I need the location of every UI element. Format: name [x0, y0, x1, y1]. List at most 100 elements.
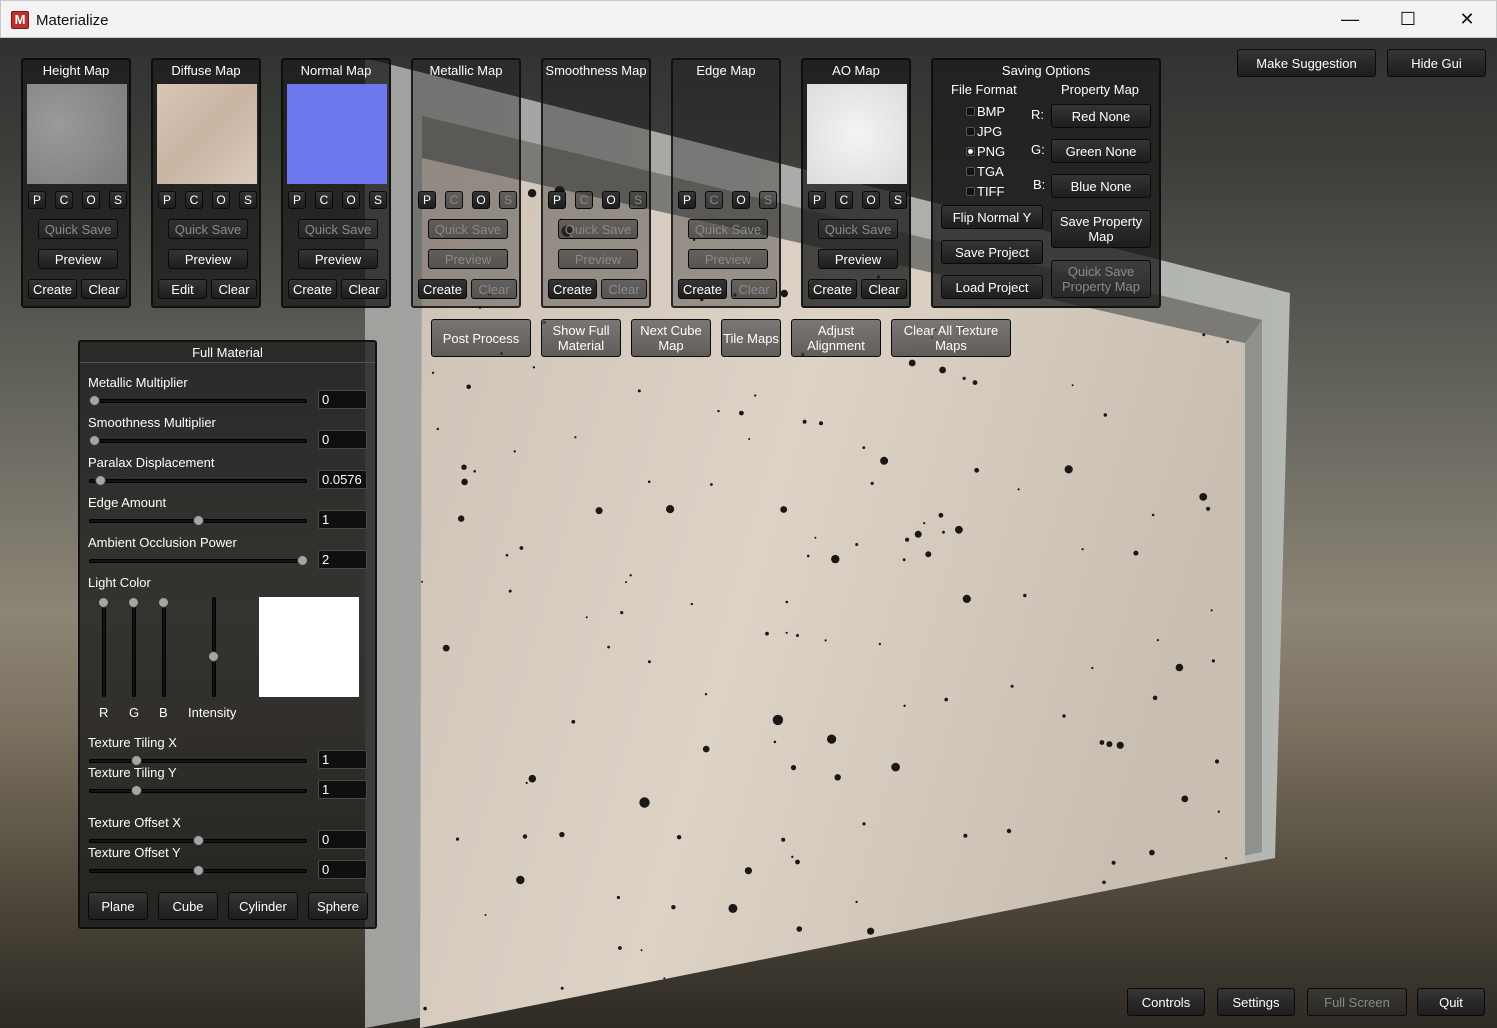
slider-track[interactable] [89, 759, 307, 763]
show-full-material-button[interactable]: Show Full Material [541, 319, 621, 357]
map-s-button[interactable]: S [369, 191, 387, 209]
map-p-button[interactable]: P [548, 191, 566, 209]
create-map-button[interactable]: Edit [158, 279, 207, 299]
map-p-button[interactable]: P [418, 191, 436, 209]
light-b-slider-handle[interactable] [158, 597, 169, 608]
light-b-slider-track[interactable] [162, 597, 166, 697]
preview-button[interactable]: Preview [688, 249, 768, 269]
map-p-button[interactable]: P [158, 191, 176, 209]
slider-value-field[interactable]: 1 [318, 510, 367, 529]
slider-track[interactable] [89, 399, 307, 403]
save-property-map-button[interactable]: Save Property Map [1051, 210, 1151, 248]
slider-value-field[interactable]: 2 [318, 550, 367, 569]
light-color-swatch[interactable] [259, 597, 359, 697]
map-o-button[interactable]: O [602, 191, 620, 209]
quick-save-button[interactable]: Quick Save [818, 219, 898, 239]
format-png-radio[interactable] [966, 147, 975, 156]
preview-button[interactable]: Preview [428, 249, 508, 269]
sphere-shape-button[interactable]: Sphere [308, 892, 368, 920]
quick-save-property-map-button[interactable]: Quick Save Property Map [1051, 260, 1151, 298]
map-o-button[interactable]: O [82, 191, 100, 209]
map-c-button[interactable]: C [705, 191, 723, 209]
create-map-button[interactable]: Create [678, 279, 727, 299]
map-o-button[interactable]: O [472, 191, 490, 209]
create-map-button[interactable]: Create [548, 279, 597, 299]
preview-button[interactable]: Preview [38, 249, 118, 269]
tile-maps-button[interactable]: Tile Maps [721, 319, 781, 357]
maximize-icon[interactable]: ☐ [1379, 1, 1437, 38]
quick-save-button[interactable]: Quick Save [38, 219, 118, 239]
map-s-button[interactable]: S [109, 191, 127, 209]
quick-save-button[interactable]: Quick Save [298, 219, 378, 239]
red-channel-select[interactable]: Red None [1051, 104, 1151, 128]
cylinder-shape-button[interactable]: Cylinder [228, 892, 298, 920]
hide-gui-button[interactable]: Hide Gui [1387, 49, 1486, 77]
quick-save-button[interactable]: Quick Save [688, 219, 768, 239]
map-s-button[interactable]: S [889, 191, 907, 209]
map-o-button[interactable]: O [862, 191, 880, 209]
clear-map-button[interactable]: Clear [81, 279, 127, 299]
format-jpg-radio[interactable] [966, 127, 975, 136]
slider-handle[interactable] [193, 865, 204, 876]
map-o-button[interactable]: O [342, 191, 360, 209]
create-map-button[interactable]: Create [28, 279, 77, 299]
map-thumbnail[interactable] [157, 84, 257, 184]
full-screen-button[interactable]: Full Screen [1307, 988, 1407, 1016]
slider-value-field[interactable]: 1 [318, 780, 367, 799]
slider-handle[interactable] [193, 515, 204, 526]
slider-handle[interactable] [193, 835, 204, 846]
map-p-button[interactable]: P [808, 191, 826, 209]
preview-button[interactable]: Preview [168, 249, 248, 269]
create-map-button[interactable]: Create [808, 279, 857, 299]
format-bmp-radio[interactable] [966, 107, 975, 116]
flip-normal-y-button[interactable]: Flip Normal Y [941, 205, 1043, 229]
slider-value-field[interactable]: 0 [318, 860, 367, 879]
close-icon[interactable]: ✕ [1438, 1, 1496, 38]
map-thumbnail[interactable] [287, 84, 387, 184]
format-tiff-radio[interactable] [966, 187, 975, 196]
slider-handle[interactable] [89, 395, 100, 406]
clear-map-button[interactable]: Clear [861, 279, 907, 299]
3d-viewport[interactable]: Height Map P C O S Quick Save Preview Create Cle… [0, 38, 1497, 1028]
post-process-button[interactable]: Post Process [431, 319, 531, 357]
slider-track[interactable] [89, 789, 307, 793]
slider-value-field[interactable]: 0 [318, 430, 367, 449]
slider-value-field[interactable]: 0.0576 [318, 470, 367, 489]
preview-button[interactable]: Preview [558, 249, 638, 269]
map-c-button[interactable]: C [185, 191, 203, 209]
map-thumbnail[interactable] [27, 84, 127, 184]
map-o-button[interactable]: O [732, 191, 750, 209]
adjust-alignment-button[interactable]: Adjust Alignment [791, 319, 881, 357]
plane-shape-button[interactable]: Plane [88, 892, 148, 920]
map-s-button[interactable]: S [499, 191, 517, 209]
light-r-slider-track[interactable] [102, 597, 106, 697]
clear-map-button[interactable]: Clear [341, 279, 387, 299]
map-c-button[interactable]: C [575, 191, 593, 209]
map-thumbnail[interactable] [807, 84, 907, 184]
load-project-button[interactable]: Load Project [941, 275, 1043, 299]
create-map-button[interactable]: Create [288, 279, 337, 299]
clear-all-texture-maps-button[interactable]: Clear All Texture Maps [891, 319, 1011, 357]
blue-channel-select[interactable]: Blue None [1051, 174, 1151, 198]
map-c-button[interactable]: C [315, 191, 333, 209]
map-o-button[interactable]: O [212, 191, 230, 209]
slider-handle[interactable] [89, 435, 100, 446]
preview-button[interactable]: Preview [818, 249, 898, 269]
map-s-button[interactable]: S [759, 191, 777, 209]
map-s-button[interactable]: S [629, 191, 647, 209]
map-c-button[interactable]: C [835, 191, 853, 209]
map-p-button[interactable]: P [288, 191, 306, 209]
light-r-slider-handle[interactable] [98, 597, 109, 608]
light-g-slider-handle[interactable] [128, 597, 139, 608]
format-tga-radio[interactable] [966, 167, 975, 176]
light-g-slider-track[interactable] [132, 597, 136, 697]
controls-button[interactable]: Controls [1127, 988, 1205, 1016]
settings-button[interactable]: Settings [1217, 988, 1295, 1016]
minimize-icon[interactable]: — [1321, 1, 1379, 38]
light-intensity-slider-track[interactable] [212, 597, 216, 697]
slider-handle[interactable] [297, 555, 308, 566]
quick-save-button[interactable]: Quick Save [168, 219, 248, 239]
map-s-button[interactable]: S [239, 191, 257, 209]
light-intensity-slider-handle[interactable] [208, 651, 219, 662]
create-map-button[interactable]: Create [418, 279, 467, 299]
